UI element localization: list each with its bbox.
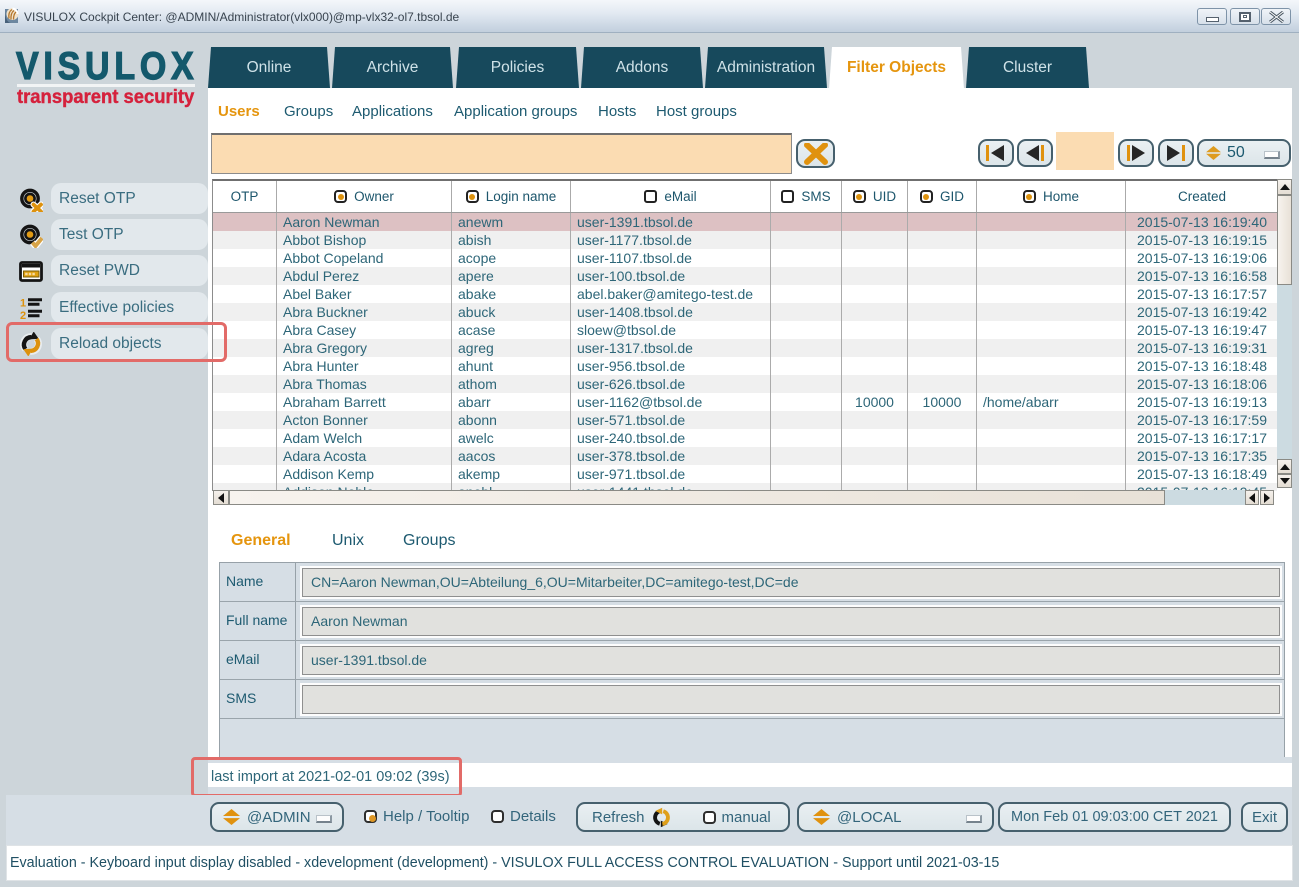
svg-text:2: 2 [20,310,26,320]
svg-text:1: 1 [20,298,26,310]
